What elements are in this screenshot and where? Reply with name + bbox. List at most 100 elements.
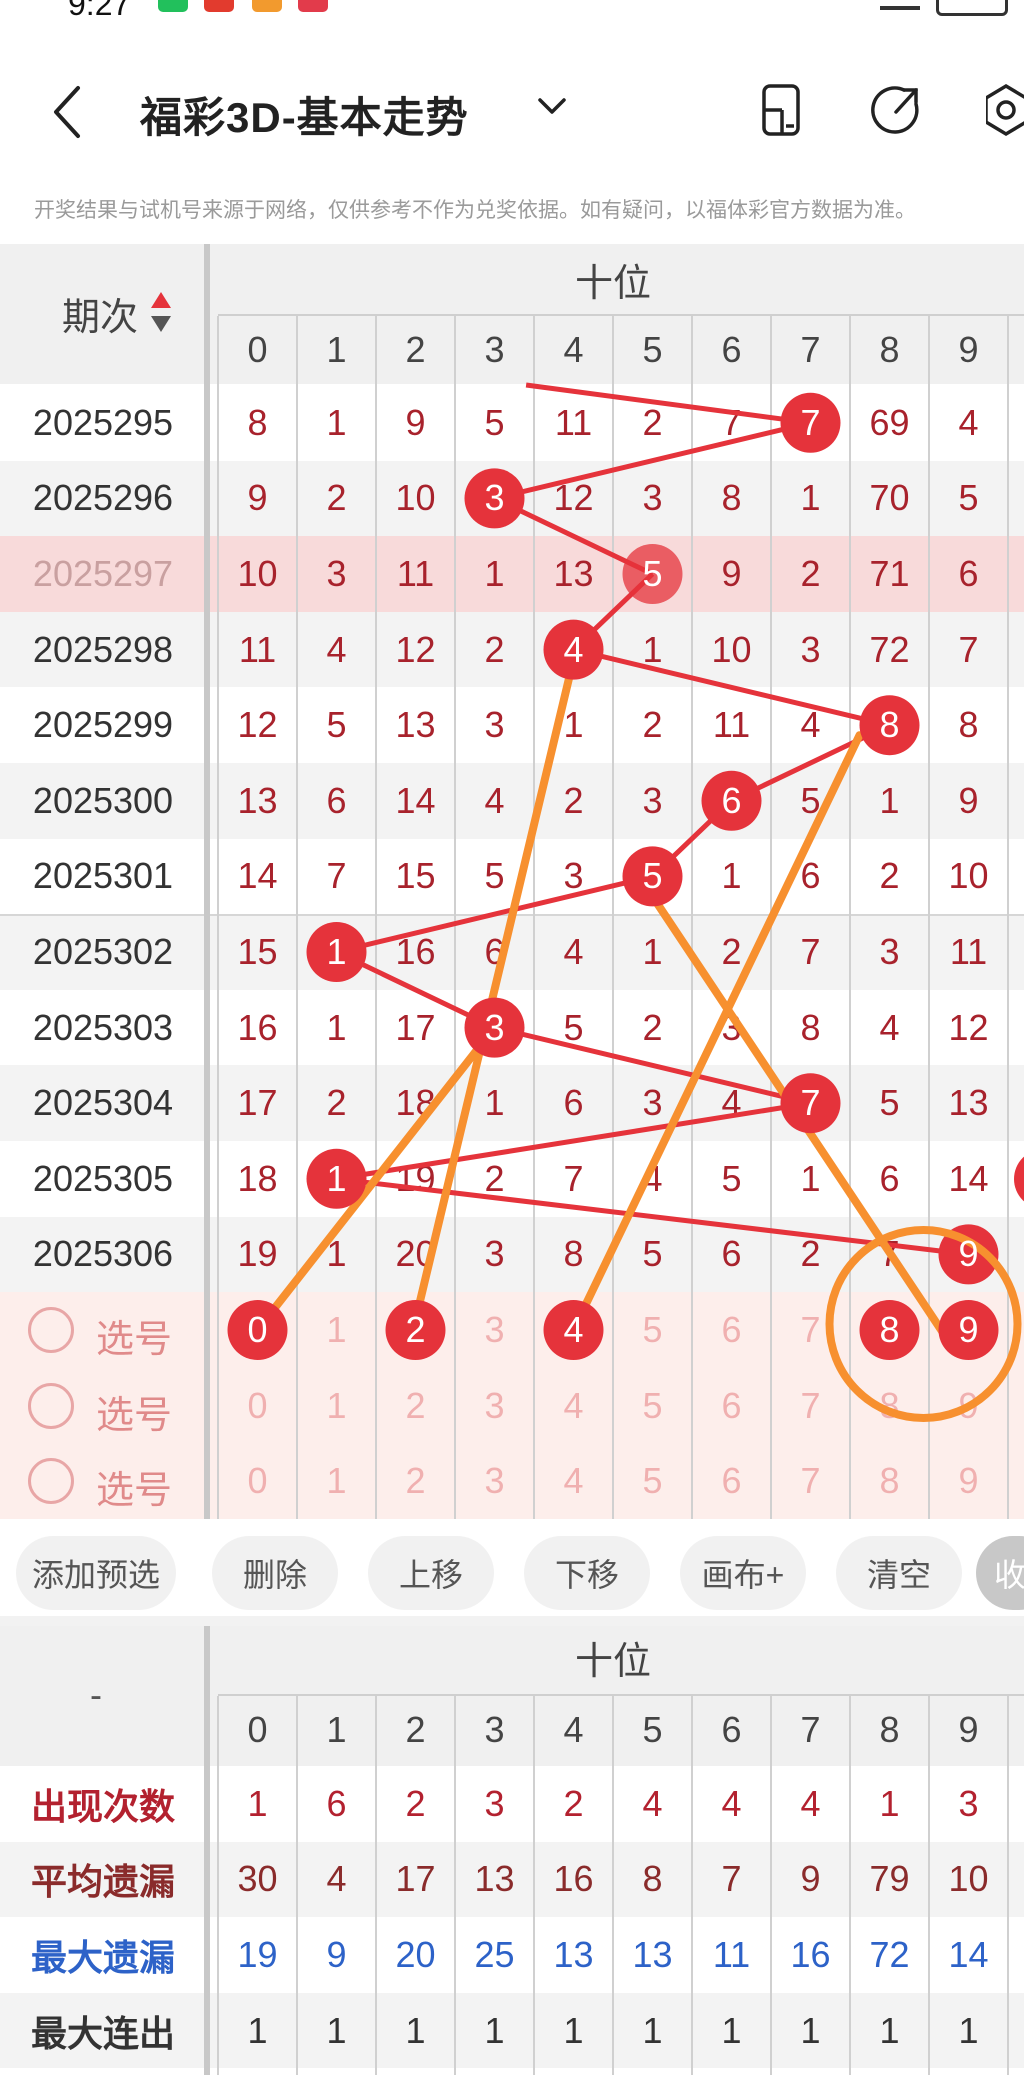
pick-digit[interactable]: 6 [692,1368,771,1444]
digit-column-header: 0 [247,329,268,370]
pick-digit[interactable]: 3 [455,1443,534,1519]
stats-value-cell: 3 [958,1782,979,1824]
pick-digit[interactable]: 7 [771,1292,850,1368]
pick-radio[interactable] [28,1382,74,1429]
pick-digit[interactable]: 3 [455,1292,534,1368]
selected-pick-label[interactable]: 9 [929,1292,1008,1368]
miss-count-cell: 6 [563,1082,584,1124]
pick-digit[interactable]: 4 [534,1443,613,1519]
pick-digit[interactable]: 5 [613,1443,692,1519]
miss-count-cell: 13 [237,779,278,821]
sort-icon[interactable] [150,290,172,334]
miss-count-cell: 9 [405,401,426,443]
stats-value-cell: 72 [869,1933,910,1975]
selected-pick-label[interactable]: 4 [534,1292,613,1368]
miss-count-cell: 2 [563,779,584,821]
settings-gear-icon[interactable] [986,82,1024,138]
selected-pick-label[interactable]: 2 [376,1292,455,1368]
miss-count-cell: 1 [484,1082,505,1124]
pick-digit[interactable]: 2 [376,1443,455,1519]
selected-pick-label[interactable]: 0 [218,1292,297,1368]
chevron-down-icon[interactable] [536,96,568,118]
miss-count-cell: 2 [879,855,900,897]
miss-count-cell: 1 [326,1006,347,1048]
pick-label: 选号 [96,1394,173,1437]
issue-number: 2025306 [32,1233,174,1275]
miss-count-cell: 17 [237,1082,278,1124]
miss-count-cell: 8 [247,401,268,443]
miss-count-cell: 18 [395,1082,436,1124]
stats-value-cell: 1 [247,1782,268,1824]
stats-row-label: 出现次数 [30,1785,175,1827]
miss-count-cell: 14 [395,779,436,821]
pick-label: 选号 [96,1319,173,1362]
miss-count-cell: 9 [721,552,742,594]
pick-digit[interactable]: 1 [297,1368,376,1444]
toolbar-button[interactable]: 画布+ [680,1536,806,1610]
miss-count-cell: 10 [711,628,752,670]
share-icon[interactable] [870,82,922,138]
miss-count-cell: 10 [237,552,278,594]
pick-digit[interactable]: 6 [692,1292,771,1368]
pick-digit[interactable]: 4 [534,1368,613,1444]
miss-count-cell: 5 [800,779,821,821]
pick-digit[interactable]: 8 [850,1368,929,1444]
pick-digit[interactable]: 9 [929,1368,1008,1444]
pick-digit[interactable]: 6 [692,1443,771,1519]
winning-digit-label: 5 [642,855,663,897]
pick-digit[interactable]: 0 [218,1368,297,1444]
issue-number: 2025302 [32,930,174,972]
miss-count-cell: 4 [800,704,821,746]
stats-gridline [928,1696,930,2075]
page-title[interactable]: 福彩3D-基本走势 [140,84,469,145]
miss-count-cell: 5 [879,1082,900,1124]
stats-value-cell: 6 [326,1782,347,1824]
phone-layout-icon[interactable] [760,82,808,138]
miss-count-cell: 9 [958,779,979,821]
pick-radio[interactable] [28,1307,74,1354]
miss-count-cell: 11 [949,930,988,972]
miss-count-cell: 6 [326,779,347,821]
pick-digit[interactable]: 9 [929,1443,1008,1519]
stats-value-cell: 1 [326,2009,347,2051]
app-header: 福彩3D-基本走势 [0,44,1024,174]
toolbar-button[interactable]: 上移 [368,1536,494,1610]
pick-digit[interactable]: 2 [376,1368,455,1444]
back-arrow-icon[interactable] [52,84,84,140]
miss-count-cell: 12 [553,477,594,519]
winning-digit-label: 6 [721,779,742,821]
toolbar-button[interactable]: 清空 [836,1536,962,1610]
stats-value-cell: 7 [721,1858,742,1900]
pick-digit[interactable]: 8 [850,1443,929,1519]
stats-value-cell: 1 [563,2009,584,2051]
miss-count-cell: 11 [554,401,593,443]
pick-digit[interactable]: 1 [297,1443,376,1519]
pick-digit[interactable]: 1 [297,1292,376,1368]
stats-digit-header: 4 [563,1709,584,1750]
toolbar-button[interactable]: 下移 [524,1536,650,1610]
toolbar-button[interactable]: 添加预选 [16,1536,176,1610]
miss-count-cell: 12 [948,1006,989,1048]
miss-count-cell: 12 [395,628,436,670]
miss-count-cell: 11 [712,704,751,746]
miss-count-cell: 15 [237,930,278,972]
toolbar-button[interactable]: 删除 [212,1536,338,1610]
pick-digit[interactable]: 3 [455,1368,534,1444]
pick-digit[interactable]: 7 [771,1443,850,1519]
digit-column-header: 7 [800,329,821,370]
selected-pick-label[interactable]: 8 [850,1292,929,1368]
pick-digit[interactable]: 7 [771,1368,850,1444]
miss-count-cell: 3 [484,1233,505,1275]
miss-count-cell: 2 [642,1006,663,1048]
stats-value-cell: 17 [395,1858,436,1900]
miss-count-cell: 72 [869,628,910,670]
toolbar-button[interactable]: 收 [976,1536,1024,1610]
battery-icon [936,0,1008,16]
pick-digit[interactable]: 5 [613,1368,692,1444]
pick-digit[interactable]: 0 [218,1443,297,1519]
pick-digit[interactable]: 5 [613,1292,692,1368]
issue-column-header[interactable]: 期次 [62,286,138,341]
miss-count-cell: 5 [563,1006,584,1048]
winning-digit-label: 7 [800,1082,821,1124]
miss-count-cell: 2 [326,477,347,519]
